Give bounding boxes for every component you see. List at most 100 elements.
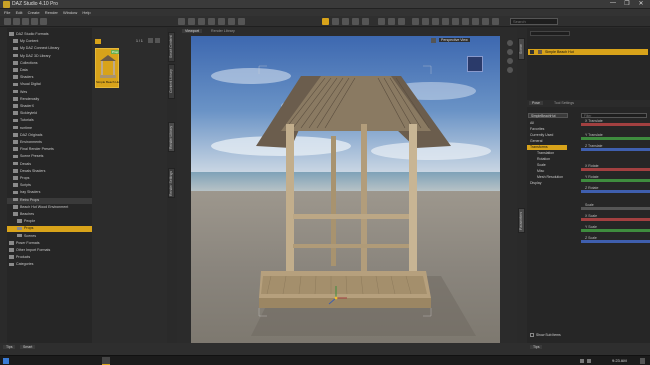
tab-scene[interactable]: Scene	[518, 38, 525, 60]
maximize-button[interactable]: ❐	[620, 0, 634, 7]
notifications-icon[interactable]	[640, 358, 645, 364]
close-button[interactable]: ✕	[634, 0, 648, 7]
save-icon[interactable]	[22, 18, 29, 25]
dolly-icon[interactable]	[507, 67, 513, 73]
rotate-tool-icon[interactable]	[342, 18, 349, 25]
volume-icon[interactable]	[587, 359, 591, 363]
slider-track[interactable]	[581, 207, 650, 210]
parameter-slider[interactable]: Z Translate0.0	[581, 144, 650, 152]
tab-tips-right[interactable]: Tips	[530, 345, 543, 349]
tab-viewport[interactable]: Viewport	[182, 29, 202, 33]
tab-smart-left[interactable]: Smart	[20, 345, 36, 349]
tree-item[interactable]: People	[7, 219, 92, 225]
viewport-menu-icon[interactable]	[431, 38, 436, 43]
open-icon[interactable]	[13, 18, 20, 25]
slider-track[interactable]	[581, 229, 650, 232]
slider-track[interactable]	[581, 137, 650, 140]
tree-item[interactable]: Iray Shaders	[7, 190, 92, 196]
tree-item[interactable]: Props	[7, 226, 92, 233]
group-icon[interactable]	[452, 18, 459, 25]
slider-track[interactable]	[581, 240, 650, 243]
node-select-icon[interactable]	[188, 18, 195, 25]
scale-tool-icon[interactable]	[352, 18, 359, 25]
tab-tool-settings[interactable]: Tool Settings	[551, 101, 577, 105]
universal-tool-icon[interactable]	[398, 18, 405, 25]
sketch-tool-icon[interactable]	[238, 18, 245, 25]
tree-item[interactable]: Visual Digital	[7, 82, 92, 88]
new-icon[interactable]	[4, 18, 11, 25]
tree-item[interactable]: runtime	[7, 126, 92, 132]
undo-icon[interactable]	[31, 18, 38, 25]
slider-track[interactable]	[581, 179, 650, 182]
tab-render-library-view[interactable]: Render Library	[208, 29, 238, 33]
joint-editor-icon[interactable]	[208, 18, 215, 25]
prev-page-icon[interactable]	[148, 38, 153, 43]
tree-item[interactable]: Scripts	[7, 183, 92, 189]
slider-track[interactable]	[581, 168, 650, 171]
tree-item[interactable]: My Content	[7, 39, 92, 45]
geometry-editor-icon[interactable]	[228, 18, 235, 25]
search-input[interactable]	[510, 18, 558, 25]
tree-item[interactable]: ShaderX	[7, 104, 92, 110]
product-thumbnail[interactable]: Prop Simple Beach Hut	[95, 48, 120, 88]
tab-tips-left[interactable]: Tips	[3, 345, 16, 349]
parameter-slider[interactable]: Z Scale100%	[581, 236, 650, 244]
parameter-slider[interactable]: X Translate0.0	[581, 119, 650, 127]
menu-window[interactable]: Window	[63, 10, 77, 15]
network-icon[interactable]	[580, 359, 584, 363]
scene-node-row[interactable]: Simple Beach Hut	[528, 49, 648, 55]
visibility-eye-icon[interactable]	[530, 50, 534, 54]
tree-item[interactable]: Retro Props	[7, 197, 92, 204]
slider-track[interactable]	[581, 148, 650, 151]
tree-item[interactable]: Shaders	[7, 75, 92, 81]
camera-icon[interactable]	[412, 18, 419, 25]
menu-help[interactable]: Help	[82, 10, 90, 15]
tree-item[interactable]: DAZ Studio Formats	[7, 32, 92, 38]
parameter-slider[interactable]: X Scale100%	[581, 214, 650, 222]
parameter-slider[interactable]: Scale100%	[581, 203, 650, 211]
slider-track[interactable]	[581, 123, 650, 126]
tree-item[interactable]: Renderosity	[7, 97, 92, 103]
tab-parameters[interactable]: Parameters	[518, 208, 525, 233]
tree-item[interactable]: Scenes	[7, 234, 92, 240]
parameter-slider[interactable]: Y Scale100%	[581, 225, 650, 233]
tree-item[interactable]: Collections	[7, 61, 92, 67]
tree-item[interactable]: Decals	[7, 162, 92, 168]
redo-icon[interactable]	[40, 18, 47, 25]
tree-item[interactable]: Products	[7, 255, 92, 261]
show-sub-items-checkbox[interactable]	[530, 333, 534, 337]
scene-filter-input[interactable]	[530, 31, 570, 36]
tree-item[interactable]: Scene Presets	[7, 154, 92, 160]
help-icon[interactable]	[482, 18, 489, 25]
tab-render-library[interactable]: Render Library	[168, 122, 175, 152]
region-tool-icon[interactable]	[198, 18, 205, 25]
pan-icon[interactable]	[507, 49, 513, 55]
render-icon[interactable]	[378, 18, 385, 25]
orbit-icon[interactable]	[507, 40, 513, 46]
primitive-icon[interactable]	[442, 18, 449, 25]
tree-item[interactable]: Wes	[7, 90, 92, 96]
transform-tool-icon[interactable]	[362, 18, 369, 25]
slider-track[interactable]	[581, 218, 650, 221]
tree-item[interactable]: Final Render Presets	[7, 147, 92, 153]
surface-selection-icon[interactable]	[218, 18, 225, 25]
tab-smart-content[interactable]: Smart Content	[168, 32, 175, 62]
3d-viewport[interactable]: Perspective View	[191, 36, 500, 346]
tab-content-library[interactable]: Content Library	[168, 64, 175, 99]
minimize-button[interactable]: —	[606, 0, 620, 6]
view-cube-icon[interactable]	[467, 56, 483, 72]
spot-render-icon[interactable]	[388, 18, 395, 25]
tab-pose[interactable]: Pose	[529, 101, 543, 105]
tree-item[interactable]: Sickleyield	[7, 111, 92, 117]
tree-item[interactable]: Beach Hut Wood Environment	[7, 205, 92, 211]
tree-item[interactable]: Data	[7, 68, 92, 74]
tree-item[interactable]: DAZ Originals	[7, 133, 92, 139]
tree-item[interactable]: My DAZ 3D Library	[7, 54, 92, 60]
menu-edit[interactable]: Edit	[16, 10, 23, 15]
tree-item[interactable]: Other Import Formats	[7, 248, 92, 254]
zoom-icon[interactable]	[507, 58, 513, 64]
menu-create[interactable]: Create	[28, 10, 40, 15]
settings-icon[interactable]	[472, 18, 479, 25]
next-page-icon[interactable]	[155, 38, 160, 43]
parameter-slider[interactable]: X Rotate0.00	[581, 164, 650, 172]
